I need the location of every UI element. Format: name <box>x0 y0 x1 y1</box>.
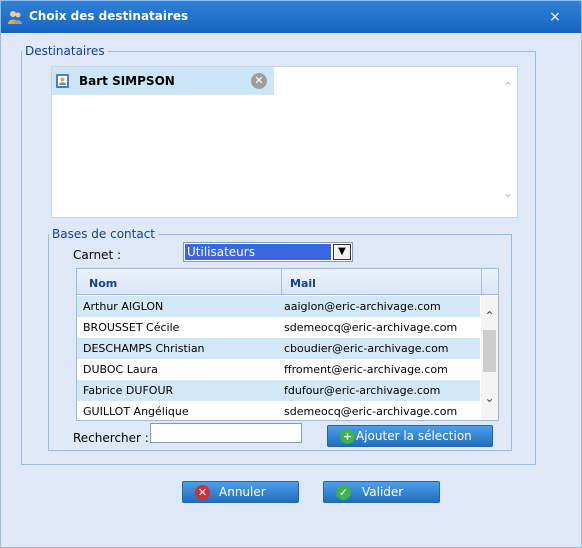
search-input[interactable] <box>150 423 302 443</box>
recipient-chip[interactable]: Bart SIMPSON ✕ <box>52 67 274 95</box>
cell-mail: cboudier@eric-archivage.com <box>284 342 449 355</box>
validate-button[interactable]: ✓ Valider <box>323 481 440 503</box>
cell-nom: GUILLOT Angélique <box>83 405 189 418</box>
carnet-select[interactable]: Utilisateurs ▼ <box>183 242 353 262</box>
table-row[interactable]: GUILLOT Angélique sdemeocq@eric-archivag… <box>77 401 480 422</box>
cell-nom: DESCHAMPS Christian <box>83 342 205 355</box>
plus-icon: + <box>340 429 355 444</box>
title-bar[interactable]: Choix des destinataires × <box>1 1 581 33</box>
validate-label: Valider <box>362 485 404 499</box>
scroll-up-icon[interactable]: ⌃ <box>483 310 496 322</box>
dialog-title: Choix des destinataires <box>29 9 189 23</box>
cancel-button[interactable]: ✕ Annuler <box>182 481 299 503</box>
recipients-legend: Destinataires <box>25 44 105 58</box>
close-icon[interactable]: × <box>546 8 564 26</box>
cell-mail: sdemeocq@eric-archivage.com <box>284 321 458 334</box>
cancel-label: Annuler <box>219 485 266 499</box>
table-row[interactable]: DESCHAMPS Christian cboudier@eric-archiv… <box>77 338 480 359</box>
recipients-scrollbar[interactable]: ⌃ ⌄ <box>499 67 517 217</box>
cell-nom: DUBOC Laura <box>83 363 158 376</box>
column-header-nom[interactable]: Nom <box>89 277 117 290</box>
cancel-icon: ✕ <box>195 485 210 500</box>
cell-nom: BROUSSET Cécile <box>83 321 180 334</box>
users-icon <box>8 11 22 24</box>
scroll-down-icon[interactable]: ⌄ <box>502 187 514 199</box>
column-header-mail[interactable]: Mail <box>290 277 316 290</box>
add-selection-button[interactable]: + Ajouter la sélection <box>327 425 493 447</box>
recipient-name: Bart SIMPSON <box>79 74 175 88</box>
table-row[interactable]: BROUSSET Cécile sdemeocq@eric-archivage.… <box>77 317 480 338</box>
cell-nom: Arthur AIGLON <box>83 300 164 313</box>
cell-mail: ffroment@eric-archivage.com <box>284 363 448 376</box>
table-row[interactable]: Fabrice DUFOUR fdufour@eric-archivage.co… <box>77 380 480 401</box>
column-divider <box>481 269 482 295</box>
cell-nom: Fabrice DUFOUR <box>83 384 174 397</box>
search-label: Rechercher : <box>73 431 149 445</box>
scroll-thumb[interactable] <box>483 330 496 372</box>
remove-recipient-icon[interactable]: ✕ <box>251 73 267 89</box>
carnet-selected-value: Utilisateurs <box>185 244 331 260</box>
cell-mail: sdemeocq@eric-archivage.com <box>284 405 458 418</box>
cell-mail: fdufour@eric-archivage.com <box>284 384 441 397</box>
table-row[interactable]: Arthur AIGLON aaiglon@eric-archivage.com <box>77 296 480 317</box>
grid-scrollbar[interactable]: ⌃ ⌄ <box>481 296 498 420</box>
dialog-window: Choix des destinataires × Destinataires … <box>0 0 582 548</box>
cell-mail: aaiglon@eric-archivage.com <box>284 300 441 313</box>
grid-header: Nom Mail <box>77 269 498 295</box>
table-row[interactable]: DUBOC Laura ffroment@eric-archivage.com <box>77 359 480 380</box>
contacts-grid: Nom Mail Arthur AIGLON aaiglon@eric-arch… <box>76 268 499 421</box>
check-icon: ✓ <box>336 485 351 500</box>
contact-bases-legend: Bases de contact <box>52 227 156 241</box>
column-divider <box>281 269 282 295</box>
chevron-down-icon[interactable]: ▼ <box>333 244 351 260</box>
carnet-label: Carnet : <box>73 248 122 262</box>
scroll-up-icon[interactable]: ⌃ <box>502 81 514 93</box>
contact-card-icon <box>56 74 69 88</box>
scroll-down-icon[interactable]: ⌄ <box>483 392 496 404</box>
add-selection-label: Ajouter la sélection <box>356 429 472 443</box>
